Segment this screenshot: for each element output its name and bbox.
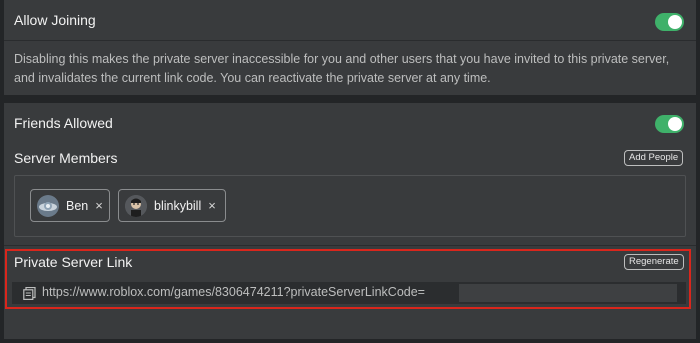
remove-member-button[interactable]: ×: [208, 198, 216, 213]
toggle-knob: [668, 117, 682, 131]
server-members-title: Server Members: [14, 150, 118, 166]
allow-joining-title: Allow Joining: [14, 12, 96, 28]
allow-joining-description: Disabling this makes the private server …: [14, 52, 670, 85]
friends-allowed-title: Friends Allowed: [14, 115, 113, 131]
avatar: [37, 194, 59, 217]
avatar: [125, 194, 147, 217]
member-chip-blinkybill: blinkybill ×: [118, 189, 226, 222]
allow-joining-panel: Allow Joining Disabling this makes the p…: [4, 0, 696, 95]
remove-member-button[interactable]: ×: [95, 198, 103, 213]
divider: [4, 245, 696, 246]
highlight-box: [5, 249, 691, 309]
add-people-button[interactable]: Add People: [624, 150, 684, 166]
avatar-ben-icon: [37, 194, 59, 217]
member-name: Ben: [66, 198, 89, 213]
member-chip-ben: Ben ×: [30, 189, 110, 222]
friends-allowed-toggle[interactable]: [655, 115, 684, 133]
members-list: Ben × blinkybill ×: [14, 175, 686, 237]
member-name: blinkybill: [154, 198, 202, 213]
avatar-blinkybill-icon: [125, 194, 147, 217]
allow-joining-toggle[interactable]: [655, 13, 684, 31]
divider: [4, 40, 696, 41]
toggle-knob: [668, 15, 682, 29]
